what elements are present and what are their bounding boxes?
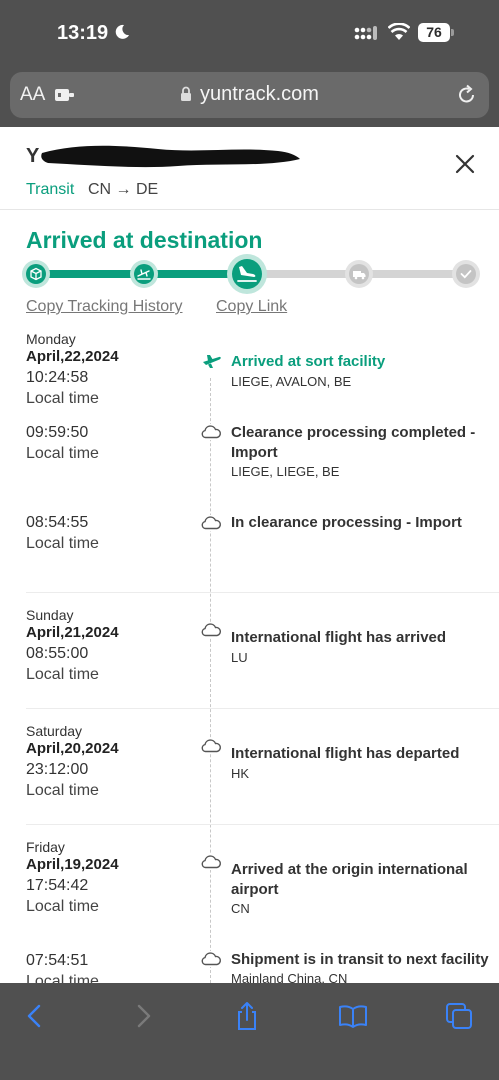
- event-title: Arrived at sort facility: [231, 353, 386, 370]
- progress-node-landing: [227, 254, 267, 294]
- timeline-line: [210, 378, 211, 983]
- reload-icon[interactable]: [456, 84, 478, 106]
- local-time-label: Local time: [26, 535, 99, 552]
- package-header: Y Transit CN → DE: [0, 127, 499, 210]
- url-text[interactable]: yuntrack.com: [200, 83, 319, 106]
- event-location: LU: [231, 650, 248, 665]
- cloud-icon: [200, 424, 222, 440]
- cloud-icon: [200, 622, 222, 638]
- event-time: 08:54:55: [26, 514, 89, 531]
- progress-node-departure: [130, 260, 158, 288]
- progress-node-truck: [345, 260, 373, 288]
- copy-link[interactable]: Copy Link: [216, 298, 287, 316]
- lock-icon: [181, 86, 191, 101]
- event-date: April,21,2024: [26, 624, 119, 641]
- address-bar[interactable]: AA yuntrack.com: [10, 72, 489, 118]
- event-title: In clearance processing - Import: [231, 514, 462, 531]
- text-size-button[interactable]: AA: [20, 84, 45, 106]
- event-title: Clearance processing completed - Import: [231, 424, 476, 461]
- tabs-icon[interactable]: [444, 1001, 474, 1031]
- cloud-icon: [200, 951, 222, 967]
- event-location: HK: [231, 766, 250, 781]
- event-time: 09:59:50: [26, 424, 89, 441]
- cloud-icon: [200, 854, 222, 870]
- package-box-icon: [26, 264, 46, 284]
- browser-toolbar: [0, 983, 499, 1080]
- status-time: 13:19: [57, 22, 109, 44]
- local-time-label: Local time: [26, 898, 99, 915]
- event-time: 08:55:00: [26, 645, 89, 662]
- event-title: Shipment is in transit to next facility: [231, 951, 489, 968]
- event-date: April,22,2024: [26, 348, 119, 365]
- event-date: April,20,2024: [26, 740, 119, 757]
- landing-icon: [232, 259, 262, 289]
- event-time: 17:54:42: [26, 877, 89, 894]
- progress-tracker: [20, 254, 485, 294]
- event-title: International flight has departed: [231, 745, 460, 762]
- redaction-scribble: [41, 145, 300, 168]
- event-location: CN: [231, 901, 250, 916]
- event-day: Saturday: [26, 723, 83, 739]
- local-time-label: Local time: [26, 782, 99, 799]
- share-icon[interactable]: [232, 1001, 262, 1031]
- event-location: LIEGE, LIEGE, BE: [231, 464, 340, 479]
- battery-percent: 76: [426, 24, 442, 40]
- route-text: CN → DE: [88, 181, 159, 198]
- copy-tracking-history-link[interactable]: Copy Tracking History: [26, 298, 183, 316]
- signal-icon: [354, 26, 377, 40]
- browser-chrome: 13:19 76 AA yuntrack.com: [0, 0, 499, 127]
- cloud-icon: [200, 515, 222, 531]
- check-icon: [456, 264, 476, 284]
- progress-node-box: [22, 260, 50, 288]
- transit-label: Transit: [26, 181, 75, 198]
- event-day: Friday: [26, 839, 65, 855]
- plane-icon: [200, 352, 222, 370]
- event-location: LIEGE, AVALON, BE: [231, 374, 352, 389]
- day-separator: [26, 708, 499, 709]
- event-title: Arrived at the origin international airp…: [231, 861, 468, 898]
- local-time-label: Local time: [26, 445, 99, 462]
- event-day: Monday: [26, 331, 76, 347]
- forward-icon[interactable]: [128, 1001, 158, 1031]
- battery-indicator: 76: [418, 23, 454, 42]
- day-separator: [26, 592, 499, 593]
- close-icon[interactable]: [452, 151, 478, 177]
- back-icon[interactable]: [20, 1001, 50, 1031]
- departure-icon: [134, 264, 154, 284]
- event-title: International flight has arrived: [231, 629, 447, 646]
- cloud-icon: [200, 738, 222, 754]
- event-time: 07:54:51: [26, 952, 89, 969]
- bookmarks-icon[interactable]: [338, 1001, 368, 1031]
- event-date: April,19,2024: [26, 856, 119, 873]
- progress-node-delivered: [452, 260, 480, 288]
- wifi-icon: [388, 23, 410, 40]
- event-time: 10:24:58: [26, 369, 89, 386]
- truck-icon: [349, 264, 369, 284]
- local-time-label: Local time: [26, 390, 99, 407]
- event-day: Sunday: [26, 607, 74, 623]
- moon-icon: [115, 24, 129, 39]
- day-separator: [26, 824, 499, 825]
- event-time: 23:12:00: [26, 761, 89, 778]
- local-time-label: Local time: [26, 666, 99, 683]
- status-title: Arrived at destination: [26, 227, 263, 253]
- extension-icon[interactable]: [54, 87, 76, 103]
